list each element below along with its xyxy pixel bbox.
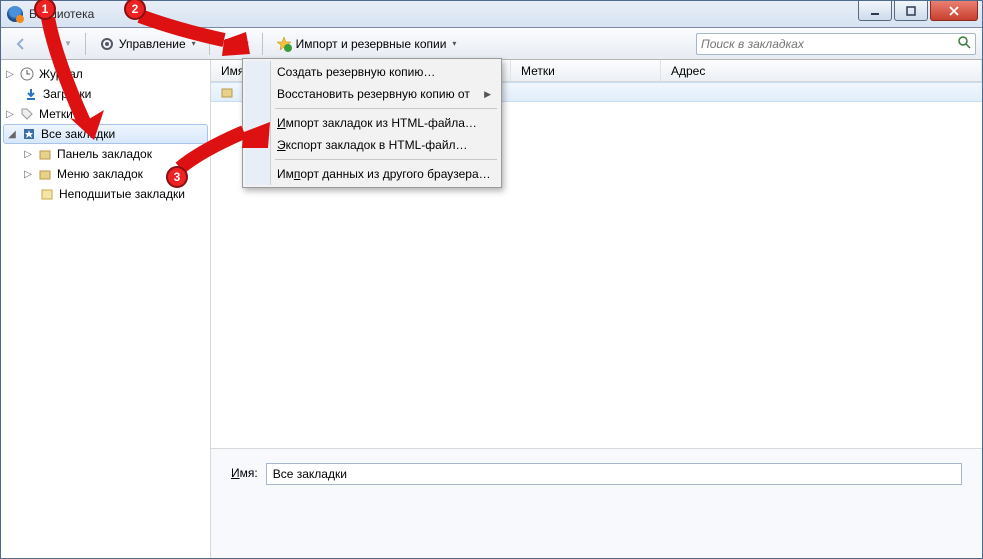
details-panel: Имя: [211,448,982,558]
back-button[interactable] [7,32,35,56]
sidebar-item-label: Меню закладок [57,167,143,181]
arrow-left-icon [14,37,28,51]
sidebar-item-label: Неподшитые закладки [59,187,185,201]
column-header-tags[interactable]: Метки [511,60,661,81]
submenu-arrow-icon: ▶ [484,89,491,100]
column-header-address[interactable]: Адрес [661,60,982,81]
import-backup-button[interactable]: Импорт и резервные копии ▾ [269,32,464,56]
search-icon [957,35,971,52]
menu-item-import-html[interactable]: Импорт закладок из HTML-файла… [245,112,499,134]
details-name-label: Имя: [231,463,258,480]
details-name-input[interactable] [266,463,962,485]
unsorted-icon [39,186,55,202]
search-box[interactable] [696,33,976,55]
menu-separator [275,159,497,160]
annotation-badge-3: 3 [166,166,188,188]
bookmarks-icon [21,126,37,142]
expander-icon[interactable]: ▷ [5,109,15,120]
annotation-arrow-2 [128,0,268,60]
search-input[interactable] [701,37,957,51]
firefox-icon [7,6,23,22]
import-backup-label: Импорт и резервные копии [296,37,447,51]
close-button[interactable] [930,1,978,21]
tag-icon [19,106,35,122]
minimize-button[interactable] [858,1,892,21]
expander-icon[interactable]: ▷ [5,69,15,80]
expander-icon[interactable]: ▷ [23,169,33,180]
menu-item-restore-backup[interactable]: Восстановить резервную копию от ▶ [245,83,499,105]
expander-icon[interactable]: ◢ [7,129,17,140]
maximize-button[interactable] [894,1,928,21]
annotation-arrow-1 [36,0,116,150]
star-import-icon [276,36,292,52]
annotation-arrow-3 [172,110,282,180]
menu-separator [275,108,497,109]
folder-icon [219,84,235,100]
menu-item-export-html[interactable]: Экспорт закладок в HTML-файл… [245,134,499,156]
menu-item-create-backup[interactable]: Создать резервную копию… [245,61,499,83]
expander-icon[interactable]: ▷ [23,149,33,160]
menu-item-import-browser[interactable]: Импорт данных из другого браузера… [245,163,499,185]
folder-icon [37,166,53,182]
clock-icon [19,66,35,82]
chevron-down-icon: ▾ [452,39,456,48]
window-controls [856,1,978,21]
